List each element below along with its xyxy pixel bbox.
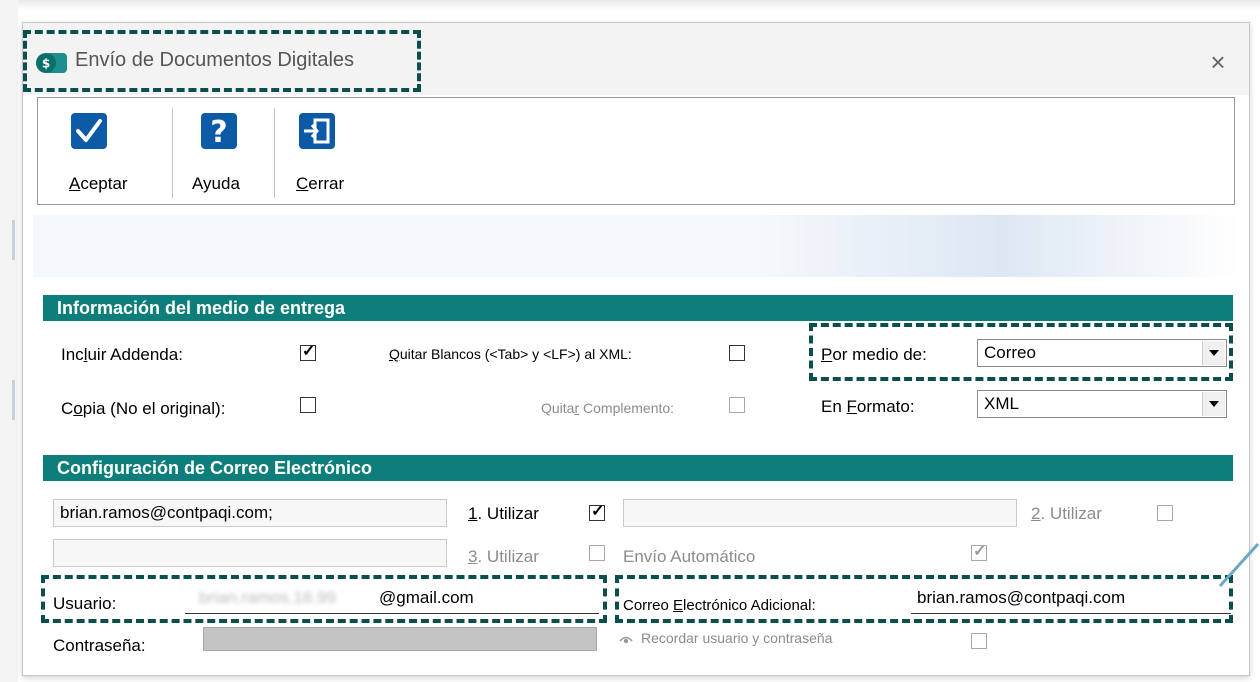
utilizar-2-label: 2. Utilizar (1031, 504, 1102, 523)
chevron-down-icon[interactable] (1202, 392, 1225, 416)
help-icon: ? (201, 113, 237, 150)
background-left-strip (0, 0, 18, 682)
utilizar-2-checkbox[interactable] (1157, 505, 1173, 521)
contrasena-field[interactable] (203, 627, 597, 651)
email-address-1-field[interactable]: brian.ramos@contpaqi.com; (53, 499, 447, 527)
quitar-complemento-label: Quitar Complemento: (541, 400, 675, 416)
exit-door-icon (299, 113, 335, 149)
usuario-highlight-box (41, 575, 607, 623)
toolbar: Aceptar ? Ayuda Cerrar (37, 97, 1235, 205)
aceptar-label: Aceptar (69, 174, 128, 193)
svg-text:?: ? (210, 115, 227, 150)
en-formato-value: XML (984, 394, 1019, 413)
recordar-checkbox[interactable] (971, 633, 987, 649)
delivery-section-header: Información del medio de entrega (43, 295, 1233, 321)
envio-automatico-checkbox[interactable]: ✓ (971, 543, 987, 561)
quitar-blancos-checkbox[interactable] (729, 345, 745, 361)
envio-automatico-label: Envío Automático (623, 547, 756, 566)
utilizar-1-label: 1. Utilizar (468, 504, 539, 523)
toolbar-separator (274, 108, 275, 198)
background-shadow (0, 0, 1260, 10)
utilizar-3-checkbox[interactable] (589, 545, 605, 561)
correo-adicional-highlight-box (615, 575, 1233, 623)
title-highlight-box (23, 30, 421, 92)
copia-label: Copia (No el original): (61, 399, 226, 418)
dialog-window: $ Envío de Documentos Digitales × Acepta… (22, 22, 1250, 676)
en-formato-label: En Formato: (821, 397, 915, 416)
cerrar-label: Cerrar (296, 174, 345, 193)
checkmark-icon (71, 113, 107, 149)
recordar-label: Recordar usuario y contraseña (641, 630, 833, 646)
toolbar-separator (172, 108, 173, 198)
utilizar-3-label: 3. Utilizar (468, 547, 539, 566)
aceptar-button[interactable]: Aceptar (38, 98, 168, 204)
incluir-addenda-label: Incluir Addenda: (61, 345, 183, 364)
info-banner (33, 215, 1241, 277)
cerrar-button[interactable]: Cerrar (276, 98, 376, 204)
ayuda-label: Ayuda (192, 174, 240, 193)
en-formato-select[interactable]: XML (977, 390, 1227, 418)
quitar-blancos-label: Quitar Blancos (<Tab> y <LF>) al XML: (389, 346, 632, 362)
email-address-2-field[interactable] (623, 499, 1017, 527)
copia-checkbox[interactable] (300, 397, 316, 413)
callout-pointer (1218, 542, 1260, 588)
close-icon[interactable]: × (1198, 43, 1238, 81)
utilizar-1-checkbox[interactable]: ✓ (589, 503, 605, 521)
eye-icon (619, 636, 633, 644)
ayuda-button[interactable]: ? Ayuda (174, 98, 274, 204)
quitar-complemento-checkbox[interactable] (729, 397, 745, 413)
email-address-3-field[interactable] (53, 539, 447, 567)
incluir-addenda-checkbox[interactable]: ✓ (300, 343, 316, 361)
por-medio-highlight-box (809, 323, 1233, 381)
email-section-header: Configuración de Correo Electrónico (43, 455, 1233, 481)
contrasena-label: Contraseña: (53, 636, 146, 655)
